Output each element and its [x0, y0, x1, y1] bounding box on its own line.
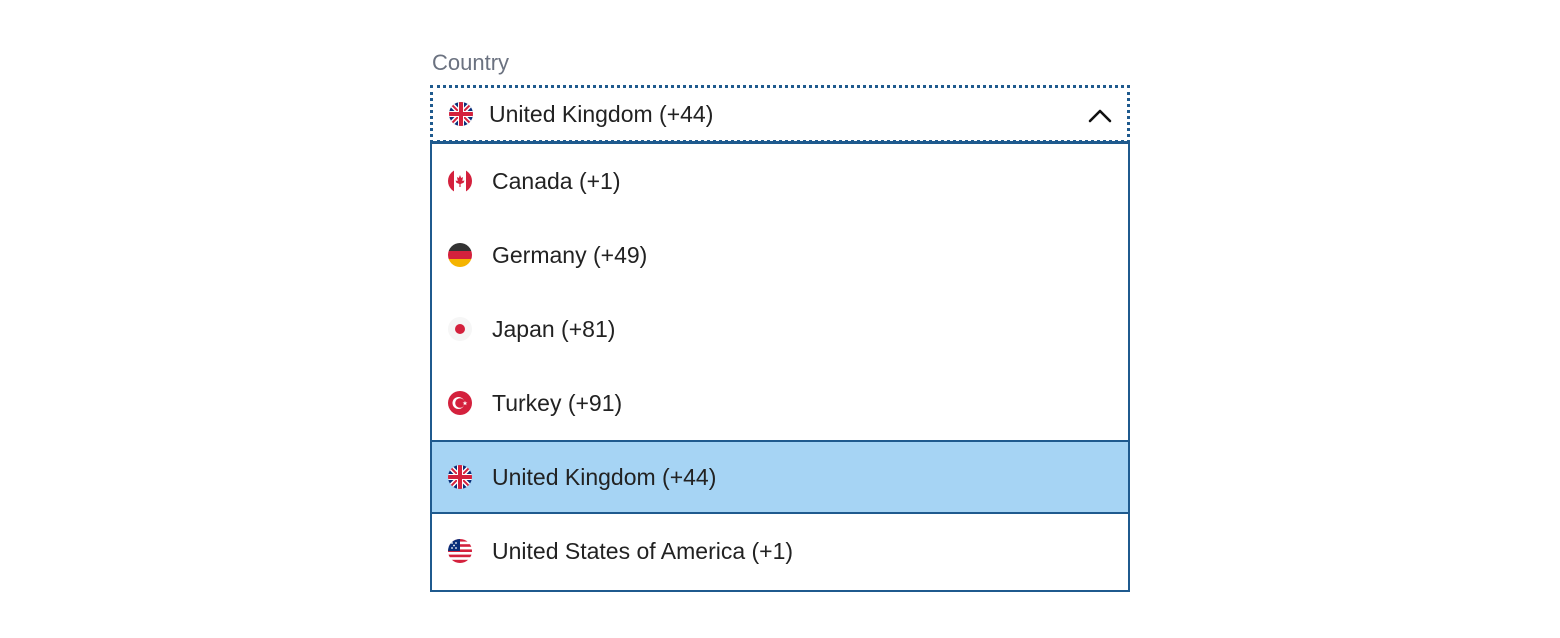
country-label: Country [432, 50, 510, 75]
germany-flag-icon [448, 243, 472, 267]
country-select[interactable]: United Kingdom (+44) [430, 85, 1130, 143]
usa-flag-icon [448, 539, 472, 563]
uk-flag-icon [448, 465, 472, 489]
option-turkey[interactable]: Turkey (+91) [432, 366, 1128, 440]
option-label: Canada (+1) [492, 167, 621, 194]
country-field: Country United Kingdom (+44) Canada (+1)… [430, 48, 1130, 592]
japan-flag-icon [448, 317, 472, 341]
option-label: Germany (+49) [492, 241, 648, 268]
option-canada[interactable]: Canada (+1) [432, 144, 1128, 218]
option-united-kingdom[interactable]: United Kingdom (+44) [432, 440, 1128, 514]
turkey-flag-icon [448, 391, 472, 415]
option-label: Japan (+81) [492, 315, 616, 342]
option-label: Turkey (+91) [492, 389, 623, 416]
option-label: United States of America (+1) [492, 537, 794, 564]
option-japan[interactable]: Japan (+81) [432, 292, 1128, 366]
country-listbox: Canada (+1) Germany (+49) Japan (+81) Tu… [430, 141, 1130, 592]
chevron-up-icon[interactable] [1087, 103, 1113, 129]
canada-flag-icon [448, 169, 472, 193]
option-label: United Kingdom (+44) [492, 463, 717, 490]
country-select-value: United Kingdom (+44) [489, 100, 714, 127]
uk-flag-icon [449, 102, 473, 126]
option-germany[interactable]: Germany (+49) [432, 218, 1128, 292]
option-united-states[interactable]: United States of America (+1) [432, 514, 1128, 588]
